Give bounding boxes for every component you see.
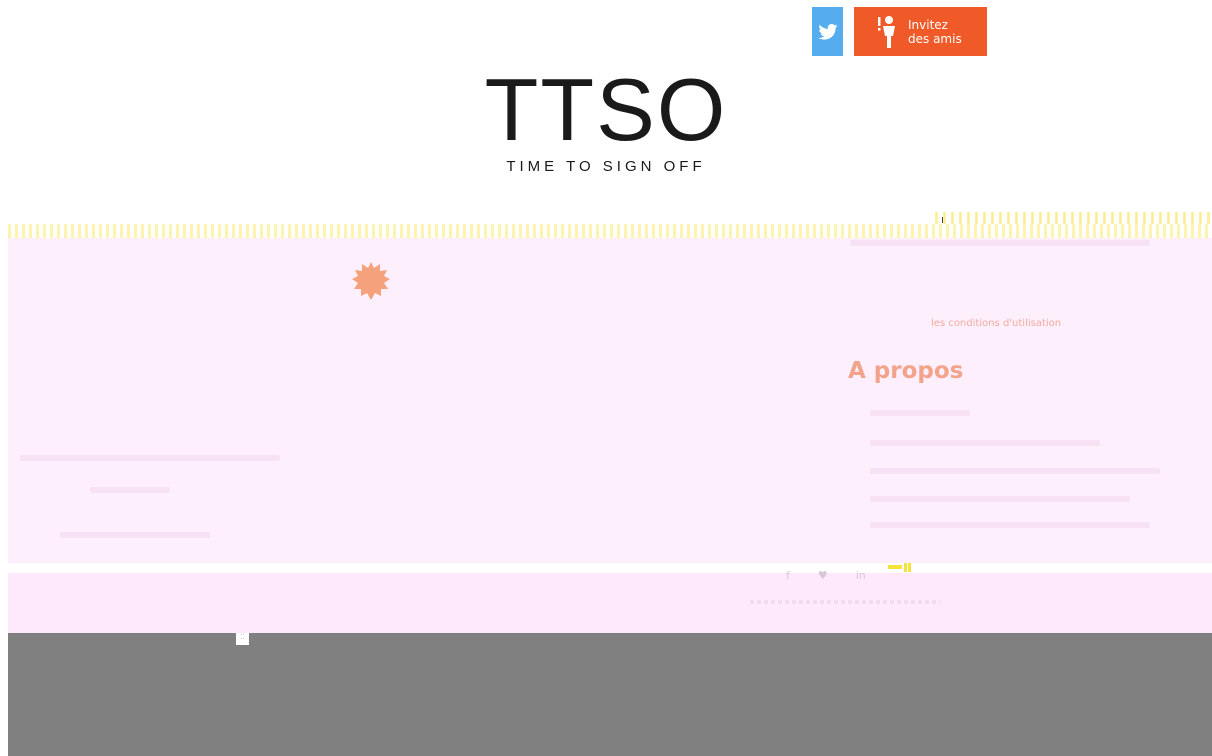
logo-title: TTSO xyxy=(484,60,728,159)
faded-text-line xyxy=(870,468,1160,474)
decorative-strip xyxy=(8,224,1212,238)
faded-text-line xyxy=(90,487,170,493)
faded-text-line xyxy=(870,496,1130,502)
footer-band xyxy=(8,573,1212,633)
tiny-marks: ⁚⁚ xyxy=(236,633,249,645)
decorative-strip-right xyxy=(935,212,1212,224)
terms-of-use-link[interactable]: les conditions d'utilisation xyxy=(931,318,1061,329)
faded-text-line xyxy=(870,410,970,416)
starburst-icon xyxy=(352,262,390,300)
divider-tick xyxy=(942,217,943,223)
about-heading: A propos xyxy=(848,358,964,384)
faded-text-line xyxy=(870,440,1100,446)
mini-flag-icon xyxy=(888,563,911,572)
twitter-bird-icon xyxy=(817,23,838,40)
starburst-badge xyxy=(352,262,390,300)
footer-copyright xyxy=(750,600,940,604)
faded-text-line xyxy=(20,455,280,461)
gray-overlay-panel xyxy=(8,633,1212,756)
faded-text-line xyxy=(60,532,210,538)
invite-friends-button[interactable]: Invitez des amis xyxy=(854,7,987,56)
invite-label-line1: Invitez xyxy=(908,17,948,32)
twitter-button[interactable] xyxy=(812,7,843,56)
faded-text-line xyxy=(850,240,1150,246)
twitter-icon[interactable]: ♥ xyxy=(818,569,828,582)
content-band xyxy=(8,230,1212,563)
faded-text-line xyxy=(870,522,1150,528)
person-exclamation-icon xyxy=(878,15,895,48)
logo-subtitle: TIME TO SIGN OFF xyxy=(506,158,706,175)
ttso-logo[interactable]: TTSO TIME TO SIGN OFF xyxy=(0,60,1212,176)
facebook-icon[interactable]: f xyxy=(786,569,790,582)
social-links: f ♥ in xyxy=(786,569,866,582)
invite-label-line2: des amis xyxy=(908,31,962,46)
linkedin-icon[interactable]: in xyxy=(856,569,866,582)
